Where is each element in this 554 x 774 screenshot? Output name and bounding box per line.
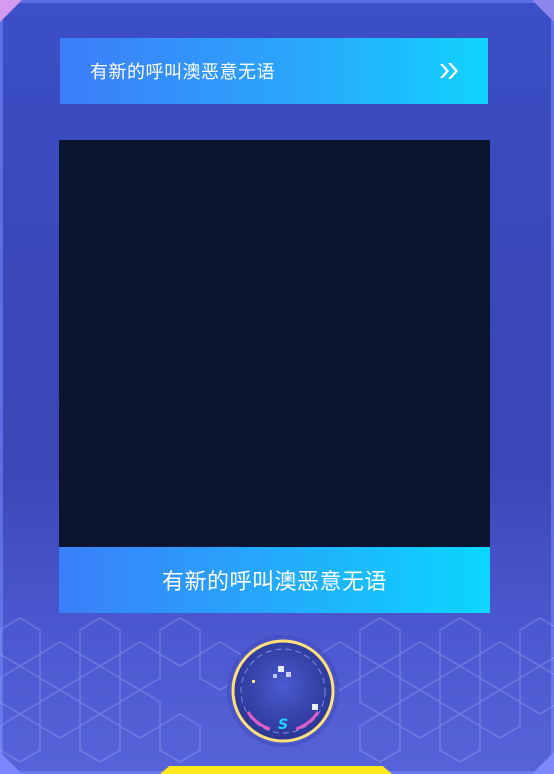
bottom-tab-indicator bbox=[160, 766, 392, 774]
incoming-call-banner-text: 有新的呼叫澳恶意无语 bbox=[90, 62, 275, 83]
dial-letter: S bbox=[278, 717, 288, 733]
scan-dial-button[interactable]: S bbox=[226, 634, 340, 748]
corner-decoration-top-left bbox=[0, 0, 22, 22]
video-display-area bbox=[59, 140, 490, 547]
corner-decoration-top-right bbox=[532, 0, 554, 22]
call-status-text: 有新的呼叫澳恶意无语 bbox=[161, 570, 387, 595]
call-status-bar: 有新的呼叫澳恶意无语 bbox=[59, 547, 490, 613]
incoming-call-banner[interactable]: 有新的呼叫澳恶意无语 bbox=[60, 38, 488, 104]
screen-frame: 有新的呼叫澳恶意无语 有新的呼叫澳恶意无语 S bbox=[0, 0, 554, 774]
double-chevron-right-icon bbox=[440, 63, 458, 79]
